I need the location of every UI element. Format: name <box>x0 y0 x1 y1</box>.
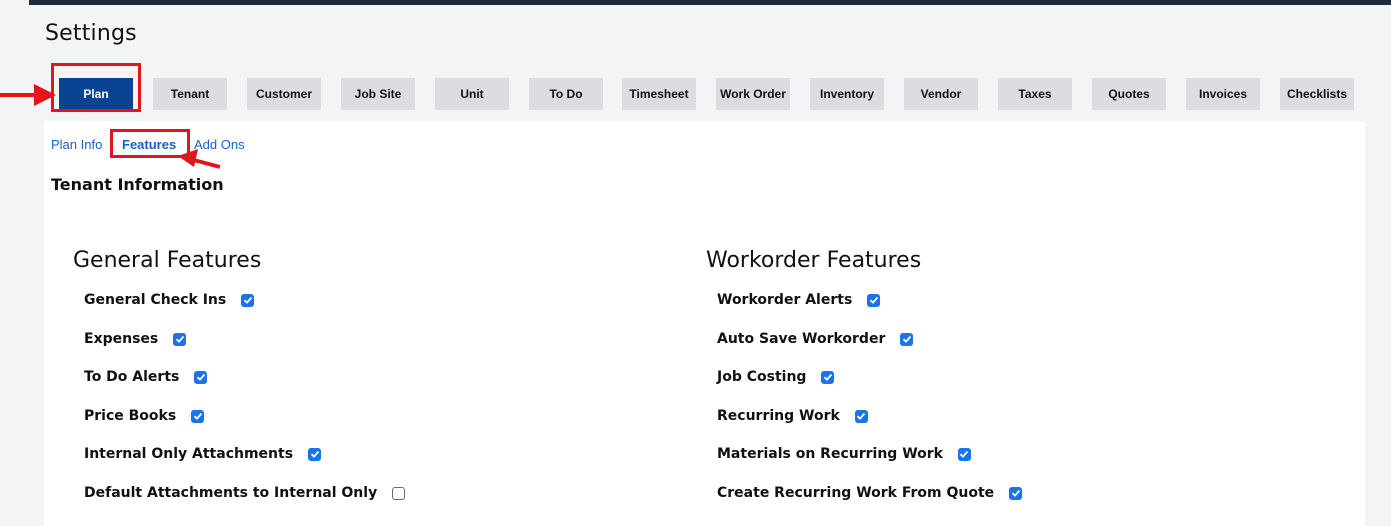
checkbox[interactable] <box>191 409 205 423</box>
feature-auto-save-workorder: Auto Save Workorder <box>717 329 914 349</box>
tab-inventory[interactable]: Inventory <box>810 78 884 110</box>
checkbox[interactable] <box>241 293 255 307</box>
top-bar <box>29 0 1391 5</box>
check-icon <box>823 373 833 381</box>
checkbox[interactable] <box>308 447 322 461</box>
feature-label: Default Attachments to Internal Only <box>84 485 378 501</box>
annotation-highlight-plan <box>51 63 141 112</box>
feature-to-do-alerts: To Do Alerts <box>84 367 208 387</box>
subtab-plan-info[interactable]: Plan Info <box>51 137 102 152</box>
tab-tenant[interactable]: Tenant <box>153 78 227 110</box>
feature-label: Materials on Recurring Work <box>717 446 943 462</box>
settings-tab-bar: Plan Tenant Customer Job Site Unit To Do… <box>0 78 1391 110</box>
feature-general-check-ins: General Check Ins <box>84 290 255 310</box>
check-icon <box>196 373 206 381</box>
content-panel <box>44 121 1365 526</box>
tab-unit[interactable]: Unit <box>435 78 509 110</box>
tab-invoices[interactable]: Invoices <box>1186 78 1260 110</box>
check-icon <box>902 335 912 343</box>
feature-job-costing: Job Costing <box>717 367 835 387</box>
tab-vendor[interactable]: Vendor <box>904 78 978 110</box>
tab-checklists[interactable]: Checklists <box>1280 78 1354 110</box>
feature-materials-recurring-work: Materials on Recurring Work <box>717 444 971 464</box>
feature-label: Workorder Alerts <box>717 292 853 308</box>
feature-label: Job Costing <box>717 369 807 385</box>
checkbox[interactable] <box>900 332 914 346</box>
tab-customer[interactable]: Customer <box>247 78 321 110</box>
check-icon <box>960 450 969 458</box>
feature-label: Expenses <box>84 331 159 347</box>
feature-internal-only-attachments: Internal Only Attachments <box>84 444 322 464</box>
checkbox[interactable] <box>173 332 187 346</box>
feature-label: Price Books <box>84 408 177 424</box>
checkbox[interactable] <box>821 370 835 384</box>
checkbox[interactable] <box>392 486 406 500</box>
tab-quotes[interactable]: Quotes <box>1092 78 1166 110</box>
feature-label: Recurring Work <box>717 408 840 424</box>
tab-taxes[interactable]: Taxes <box>998 78 1072 110</box>
check-icon <box>243 296 252 304</box>
annotation-arrow-features <box>178 149 221 169</box>
feature-label: General Check Ins <box>84 292 227 308</box>
check-icon <box>869 296 878 304</box>
check-icon <box>175 335 184 343</box>
feature-price-books: Price Books <box>84 406 205 426</box>
checkbox[interactable] <box>854 409 868 423</box>
tab-job-site[interactable]: Job Site <box>341 78 415 110</box>
check-icon <box>1011 489 1020 497</box>
feature-label: Create Recurring Work From Quote <box>717 485 995 501</box>
page-title: Settings <box>45 21 137 46</box>
check-icon <box>193 412 202 420</box>
check-icon <box>310 450 319 458</box>
general-features-title: General Features <box>73 248 262 273</box>
section-title: Tenant Information <box>51 175 224 194</box>
feature-expenses: Expenses <box>84 329 187 349</box>
feature-label: Internal Only Attachments <box>84 446 294 462</box>
tab-timesheet[interactable]: Timesheet <box>622 78 696 110</box>
checkbox[interactable] <box>1009 486 1023 500</box>
feature-recurring-work: Recurring Work <box>717 406 868 426</box>
feature-label: Auto Save Workorder <box>717 331 886 347</box>
workorder-features-title: Workorder Features <box>706 248 922 273</box>
feature-label: To Do Alerts <box>84 369 180 385</box>
checkbox[interactable] <box>957 447 971 461</box>
tab-to-do[interactable]: To Do <box>529 78 603 110</box>
check-icon <box>857 412 866 420</box>
feature-create-recurring-from-quote: Create Recurring Work From Quote <box>717 483 1023 503</box>
tab-work-order[interactable]: Work Order <box>716 78 790 110</box>
checkbox[interactable] <box>194 370 208 384</box>
feature-default-attachments-internal: Default Attachments to Internal Only <box>84 483 406 503</box>
checkbox[interactable] <box>867 293 881 307</box>
feature-workorder-alerts: Workorder Alerts <box>717 290 881 310</box>
